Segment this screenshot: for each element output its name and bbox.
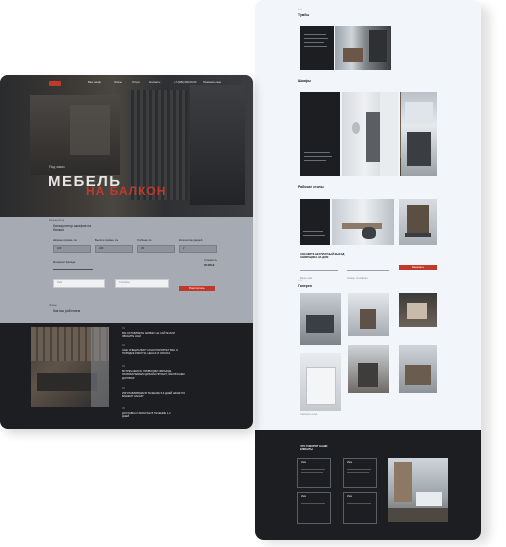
calc-label-3: Глубина, см [137, 239, 152, 242]
calc-label-1: Ширина проёма, см [53, 239, 77, 242]
left-page: Ваш шкаф Этапы Услуги Контакты +7 (999) … [0, 75, 253, 429]
review-card-3: Имя [297, 492, 331, 524]
nav-item-3[interactable]: Услуги [132, 81, 140, 85]
section-title-1: Тумбы [298, 13, 310, 17]
desk-text-card [300, 199, 330, 245]
section-kicker: • • • [298, 8, 303, 11]
material-label: Материал фасада [53, 261, 76, 264]
phone-input[interactable]: Номер телефона [347, 266, 389, 280]
price-label: Стоимость [204, 259, 217, 262]
calc-title: Калькулятор шкафов на балкон [53, 224, 92, 233]
tumba-photo [335, 26, 391, 70]
steps-kicker: Этапы [49, 304, 57, 307]
step-num-3: 03 [122, 365, 125, 368]
step-text-5: ДОСТАВКА И МОНТАЖ В ТЕЧЕНИЕ 1-2 ДНЕЙ [122, 412, 171, 419]
reviews-photo [388, 458, 448, 522]
material-select[interactable] [53, 266, 93, 270]
nav-item-1[interactable]: Ваш шкаф [88, 81, 101, 85]
steps-header-band: Этапы Как мы работаем [0, 301, 253, 323]
calc-submit-button[interactable]: Рассчитать [179, 286, 215, 291]
hero-title-line2: НА БАЛКОН [86, 184, 167, 198]
step-text-3: ВСТРЕЧАЕМСЯ, ПРИВОЗИМ ОБРАЗЦЫ, РАЗРАБАТЫ… [122, 370, 185, 380]
steps-title: Как мы работаем [53, 309, 81, 313]
reviews-footer: ЧТО ГОВОРЯТ НАШИ КЛИЕНТЫ Имя Имя Имя Имя [255, 430, 481, 540]
step-num-2: 02 [122, 344, 125, 347]
gallery-photo-3[interactable] [399, 293, 437, 327]
callback-link[interactable]: Позвонить мне [203, 81, 221, 85]
gallery-photo-5[interactable] [348, 345, 389, 393]
hero-kicker: Под заказ [49, 165, 65, 169]
nav-item-4[interactable]: Контакты [149, 81, 160, 85]
logo[interactable] [49, 81, 61, 86]
step-text-2: НАШ СПЕЦИАЛИСТ КОНСУЛЬТИРУЕТ ВАС О ПОРЯД… [122, 349, 178, 356]
review-card-1: Имя [297, 458, 331, 488]
step-text-4: ИЗГОТАВЛИВАЕМ В ТЕЧЕНИЕ 5-6 ДНЕЙ ШКАФ ПО… [122, 392, 186, 399]
right-page: • • • Тумбы Шкафы Рабочие столы ЗАКАЖИТЕ… [255, 0, 481, 540]
desk-photo-1 [332, 199, 394, 245]
calc-phone-input[interactable]: Телефон [115, 279, 169, 288]
review-card-4: Имя [343, 492, 377, 524]
price-value: 00 000 ₽ [204, 264, 215, 267]
gallery-photo-6[interactable] [399, 345, 437, 393]
gallery-photo-4[interactable] [300, 353, 341, 411]
steps-photo [31, 327, 109, 407]
calc-input-doors[interactable]: 2 [179, 245, 217, 253]
nav-item-2[interactable]: Этапы [114, 81, 122, 85]
gallery-photo-1[interactable] [300, 293, 341, 345]
review-card-2: Имя [343, 458, 377, 488]
shkaf-text-card [300, 92, 340, 176]
calc-input-width[interactable]: 100 [53, 245, 91, 253]
step-num-5: 05 [122, 407, 125, 410]
gallery-photo-2[interactable] [348, 293, 389, 336]
order-measure-button[interactable]: Заказать [399, 265, 437, 270]
calc-kicker: Калькулятор [49, 219, 65, 222]
section-title-3: Рабочие столы [298, 185, 324, 189]
step-num-1: 01 [122, 327, 125, 330]
calc-label-2: Высота проёма, см [95, 239, 119, 242]
step-text-1: ВЫ ОСТАВЛЯЕТЕ ЗАЯВКУ НА САЙТЕ ИЛИ ЗВОНИТ… [122, 332, 175, 339]
name-input[interactable]: Ваше имя [300, 266, 338, 280]
gallery-title: Галерея [298, 284, 312, 288]
shkaf-photo-3 [401, 92, 437, 176]
step-num-4: 04 [122, 387, 125, 390]
reviews-title: ЧТО ГОВОРЯТ НАШИ КЛИЕНТЫ [300, 445, 328, 452]
desk-photo-2 [399, 199, 437, 245]
calc-name-input[interactable]: Имя [53, 279, 105, 288]
gallery-kicker: • • • [298, 279, 303, 282]
shkaf-photo-1 [342, 92, 398, 176]
measure-form-title: ЗАКАЖИТЕ БЕСПЛАТНЫЙ ВЫЕЗД ЗАМЕРЩИКА НА Д… [300, 253, 345, 260]
calc-input-height[interactable]: 220 [95, 245, 133, 253]
calc-input-depth[interactable]: 45 [137, 245, 175, 253]
calculator-section: Калькулятор Калькулятор шкафов на балкон… [0, 217, 253, 301]
gallery-more-link[interactable]: Смотреть ещё [300, 413, 317, 417]
calc-label-4: Количество дверей [179, 239, 203, 242]
section-title-2: Шкафы [298, 79, 311, 83]
phone-number[interactable]: +7 (999) 000-00-00 [174, 81, 196, 85]
tumba-text-card [300, 26, 334, 70]
